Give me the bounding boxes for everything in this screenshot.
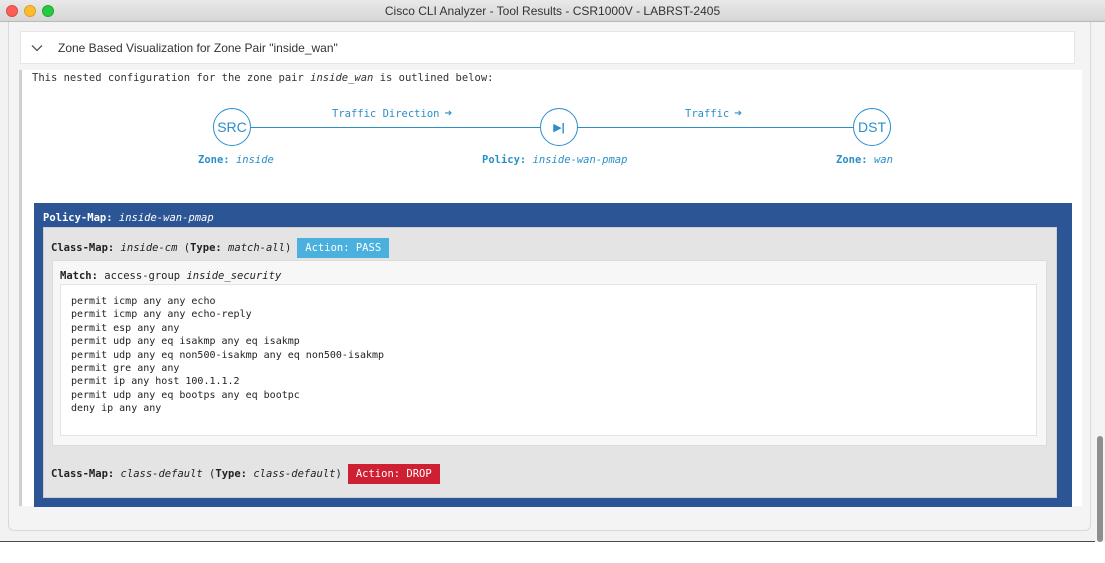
traffic-direction-label: Traffic Direction ➔ [332,106,452,121]
dst-zone-label: Zone: wan [836,154,893,166]
arrow-right-icon: ➔ [734,106,743,121]
acl-line: permit gre any any [71,363,180,375]
dst-zone-key: Zone: [836,154,868,166]
dst-node: DST [853,108,891,146]
policy-map-key: Policy-Map: [43,212,113,224]
traffic-flow-diagram: SRC ▶| DST Traffic Direction ➔ Traffic ➔ Z… [22,70,1082,210]
policy-map-box: Policy-Map: inside-wan-pmap Class-Map: i… [34,203,1072,507]
acl-list: permit icmp any any echo permit icmp any… [60,284,1037,436]
src-zone-value: inside [235,154,274,166]
match-text: access-group [104,270,181,282]
acl-line: deny ip any any [71,403,162,415]
acl-line: permit icmp any any echo [71,296,216,307]
src-zone-key: Zone: [198,154,230,166]
action-pass-badge: Action: PASS [297,238,390,258]
title-bar: Cisco CLI Analyzer - Tool Results - CSR1… [0,0,1105,22]
src-zone-label: Zone: inside [198,154,274,166]
class-map-type-key: Type: [215,468,247,480]
class-map-key: Class-Map: [51,242,115,254]
policy-label: Policy: inside-wan-pmap [482,154,627,166]
accordion-header[interactable]: Zone Based Visualization for Zone Pair "… [20,31,1075,64]
acl-line: permit udp any eq bootps any eq bootpc [71,389,300,401]
chevron-down-icon[interactable] [31,42,43,54]
class-map-container: Class-Map: inside-cm (Type: match-all) A… [43,227,1057,498]
flow-link-2 [578,127,853,128]
policy-map-title: Policy-Map: inside-wan-pmap [43,212,214,224]
class-map-key: Class-Map: [51,468,115,480]
acl-line: permit esp any any [71,322,180,334]
acl-line: permit ip any host 100.1.1.2 [71,376,240,388]
flow-link-1 [251,127,540,128]
policy-node-glyph: ▶| [553,121,565,134]
match-title: Match: access-group inside_security [60,270,281,282]
match-box: Match: access-group inside_security perm… [52,260,1047,446]
play-pause-icon: ▶| [540,108,578,146]
window-title: Cisco CLI Analyzer - Tool Results - CSR1… [384,4,721,18]
match-key: Match: [60,270,98,282]
acl-line: permit icmp any any echo-reply [71,309,252,321]
scrollbar-thumb[interactable] [1097,436,1103,542]
zone-visualization-panel: This nested configuration for the zone p… [19,70,1082,507]
policy-map-name: inside-wan-pmap [118,212,214,224]
class-map-name: class-default [120,468,203,480]
class-map-inside-cm: Class-Map: inside-cm (Type: match-all) A… [51,238,390,258]
match-name: inside_security [186,270,282,282]
policy-value: inside-wan-pmap [532,154,628,166]
policy-key: Policy: [482,154,527,166]
results-container: Zone Based Visualization for Zone Pair "… [8,22,1091,531]
vertical-scrollbar[interactable] [1095,22,1105,542]
class-map-type: class-default [253,468,336,480]
class-map-class-default: Class-Map: class-default (Type: class-de… [51,464,440,484]
class-map-name: inside-cm [120,242,178,254]
arrow-right-icon: ➔ [444,106,453,121]
traffic-label: Traffic ➔ [685,106,742,121]
link1-label-text: Traffic Direction [332,108,440,120]
acl-line: permit udp any eq isakmp any eq isakmp [71,336,300,348]
dst-zone-value: wan [873,154,893,166]
link2-label-text: Traffic [685,108,730,120]
acl-line: permit udp any eq non500-isakmp any eq n… [71,349,385,361]
action-drop-badge: Action: DROP [347,464,440,484]
class-map-type-key: Type: [190,242,222,254]
accordion-title: Zone Based Visualization for Zone Pair "… [58,41,338,55]
class-map-type: match-all [228,242,285,254]
src-node: SRC [213,108,251,146]
bottom-area [0,542,1105,563]
